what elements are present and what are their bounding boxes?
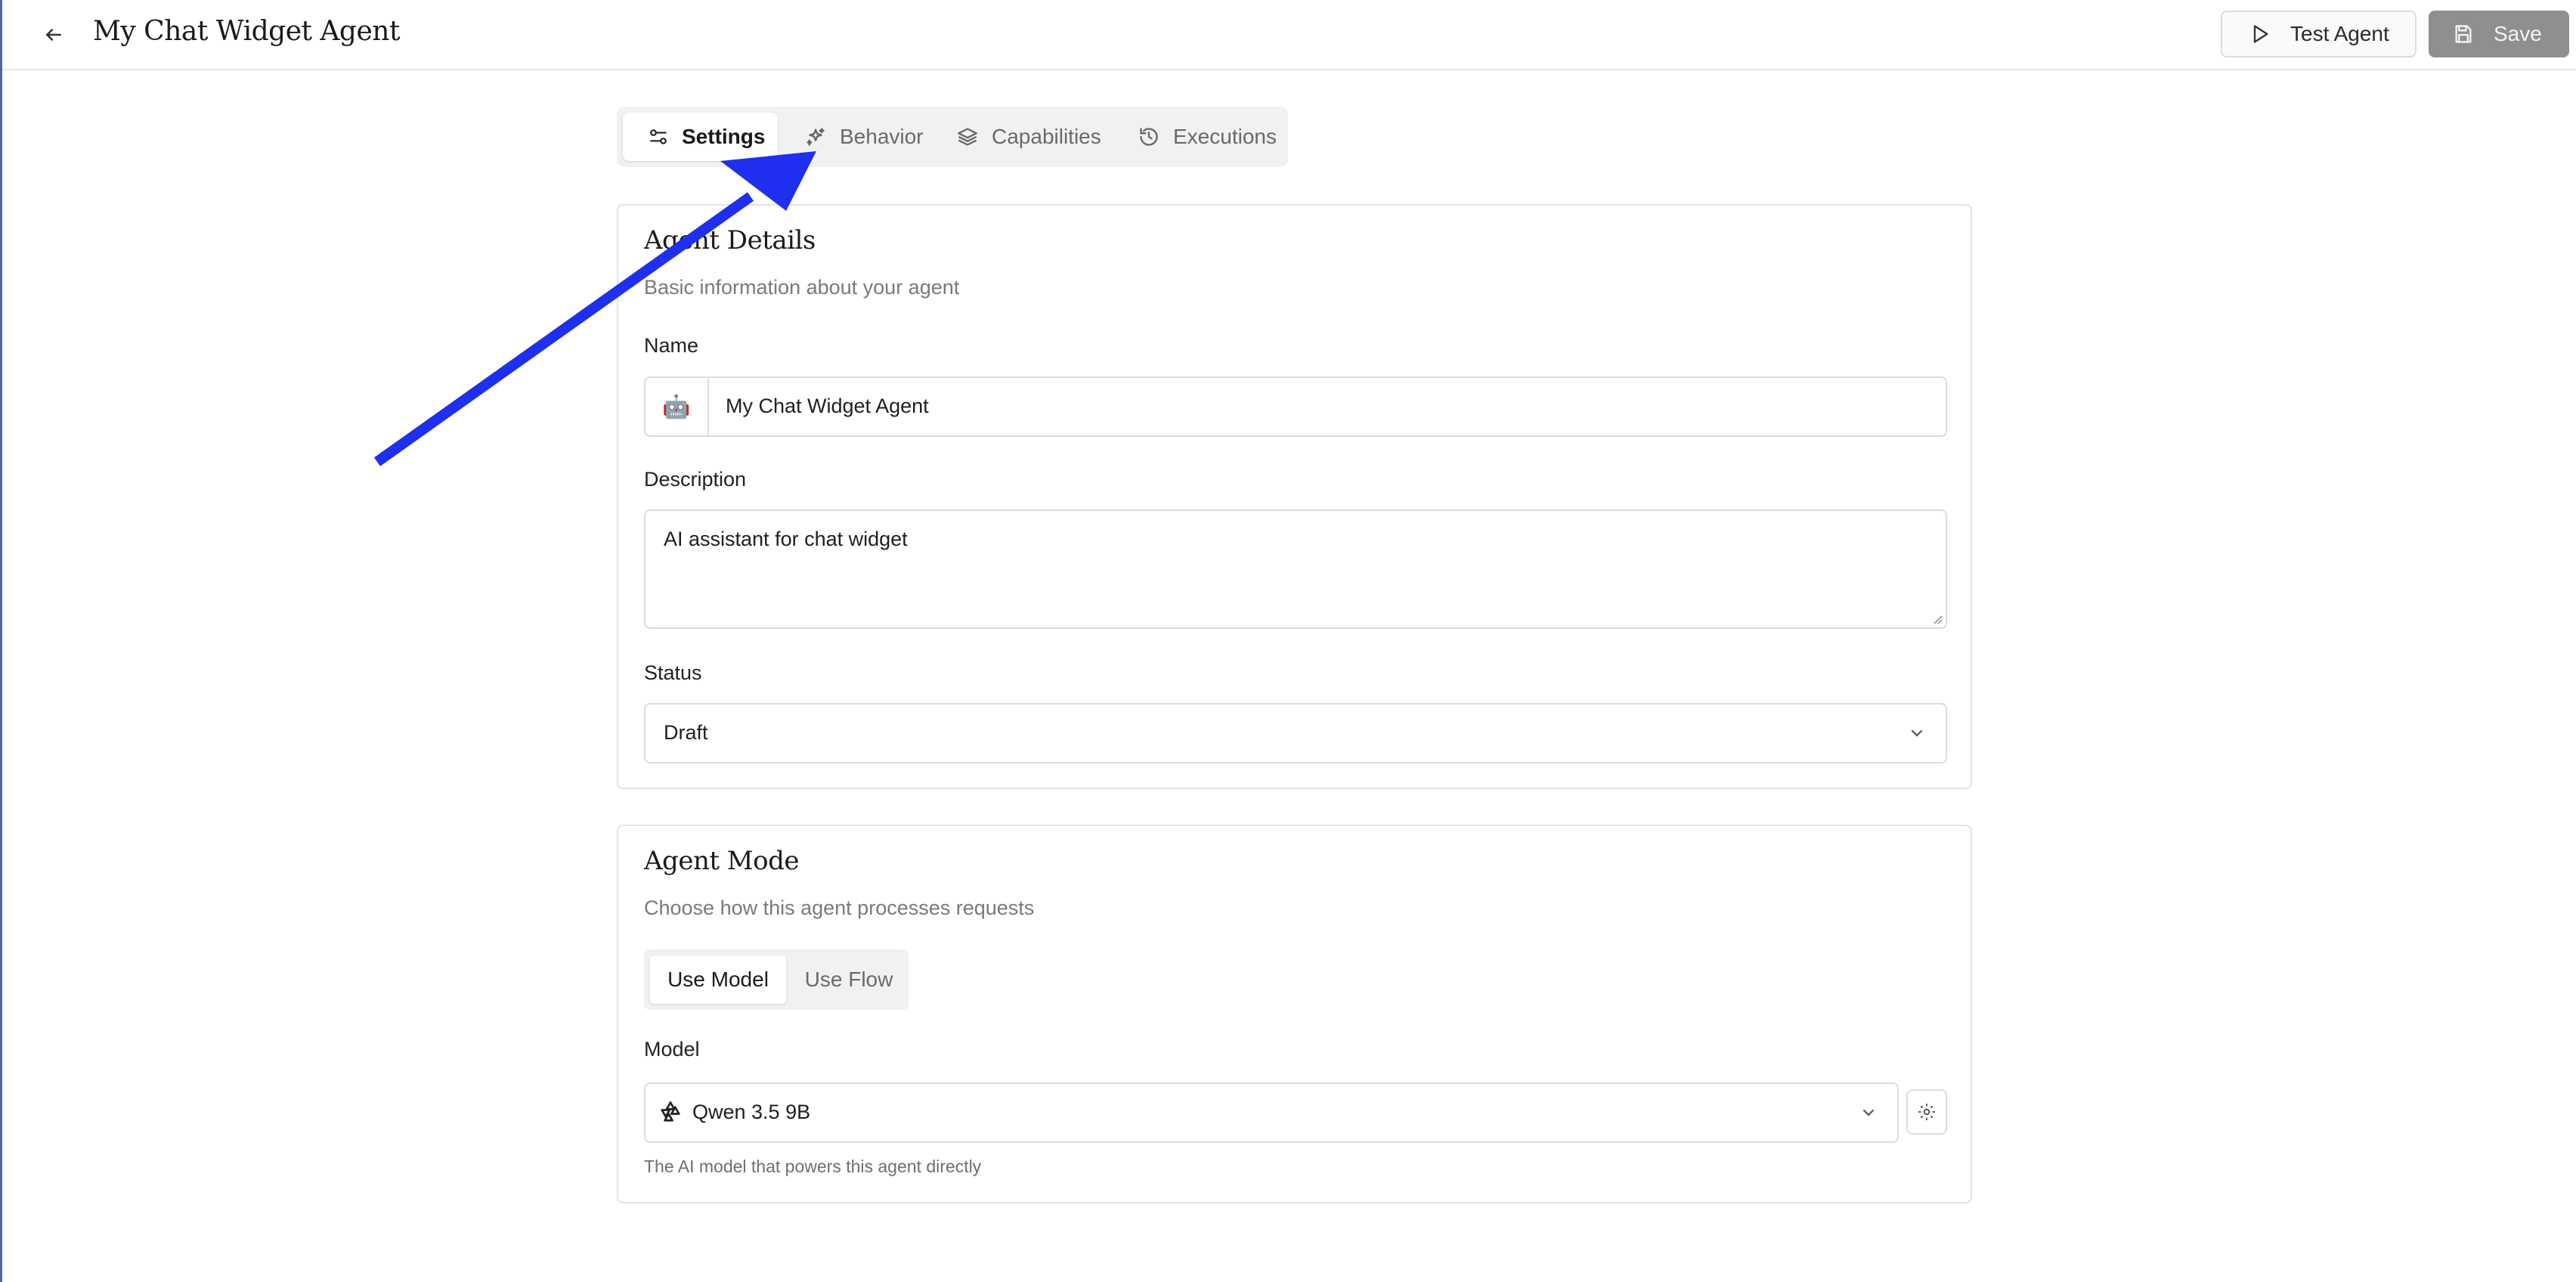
agent-details-card: Agent Details Basic information about yo… (617, 204, 1972, 789)
status-select-value: Draft (664, 721, 708, 744)
tab-label: Capabilities (992, 125, 1101, 148)
model-select-value: Qwen 3.5 9B (692, 1101, 811, 1123)
save-label: Save (2494, 22, 2542, 45)
description-input-value: AI assistant for chat widget (664, 528, 908, 550)
save-button[interactable]: Save (2429, 11, 2569, 57)
resize-grip-icon[interactable] (1930, 612, 1943, 624)
model-help-text: The AI model that powers this agent dire… (644, 1157, 982, 1176)
arrow-left-icon (46, 29, 61, 41)
tab-label: Behavior (840, 125, 924, 148)
app-window: My Chat Widget Agent Test Agent Save Set… (0, 0, 2576, 1282)
description-label: Description (644, 468, 747, 491)
history-icon (1140, 128, 1158, 146)
top-bar: My Chat Widget Agent Test Agent Save (2, 0, 2576, 70)
tab-executions[interactable]: Executions (1119, 113, 1288, 161)
test-agent-button[interactable]: Test Agent (2221, 11, 2417, 57)
status-select[interactable]: Draft (644, 703, 1947, 763)
tab-settings[interactable]: Settings (623, 113, 778, 161)
card-subtitle: Choose how this agent processes requests (644, 896, 1035, 919)
play-icon (2253, 25, 2268, 43)
robot-icon: 🤖 (662, 394, 691, 420)
name-field[interactable]: 🤖 My Chat Widget Agent (644, 376, 1947, 437)
status-label: Status (644, 661, 702, 684)
card-title: Agent Mode (644, 846, 799, 876)
qwen-logo-icon (661, 1101, 680, 1122)
layers-icon (958, 128, 977, 146)
tab-label: Executions (1173, 125, 1277, 148)
sliders-icon (650, 129, 667, 144)
page-title: My Chat Widget Agent (93, 16, 400, 47)
sparkles-icon (807, 128, 825, 146)
tab-behavior[interactable]: Behavior (785, 113, 929, 161)
agent-avatar-picker[interactable]: 🤖 (646, 378, 709, 435)
card-title: Agent Details (644, 225, 816, 255)
use-flow-option[interactable]: Use Flow (792, 955, 906, 1004)
chevron-down-icon (1911, 729, 1923, 737)
tab-bar: Settings Behavior Capabilities Execution… (617, 107, 1288, 167)
name-label: Name (644, 334, 699, 357)
tab-label: Settings (682, 125, 766, 148)
card-subtitle: Basic information about your agent (644, 276, 960, 299)
model-select[interactable]: Qwen 3.5 9B (644, 1082, 1899, 1143)
agent-mode-card: Agent Mode Choose how this agent process… (617, 825, 1972, 1203)
description-field[interactable]: AI assistant for chat widget (644, 509, 1947, 629)
model-settings-button[interactable] (1906, 1089, 1947, 1135)
mode-toggle: Use Model Use Flow (644, 949, 909, 1010)
name-input-value: My Chat Widget Agent (726, 395, 929, 417)
back-button[interactable] (37, 18, 70, 51)
chevron-down-icon (1862, 1109, 1875, 1116)
model-label: Model (644, 1038, 700, 1061)
gear-icon (1918, 1104, 1935, 1120)
save-icon (2455, 25, 2472, 43)
tab-capabilities[interactable]: Capabilities (937, 113, 1119, 161)
use-model-option[interactable]: Use Model (650, 955, 786, 1004)
test-agent-label: Test Agent (2290, 22, 2389, 45)
